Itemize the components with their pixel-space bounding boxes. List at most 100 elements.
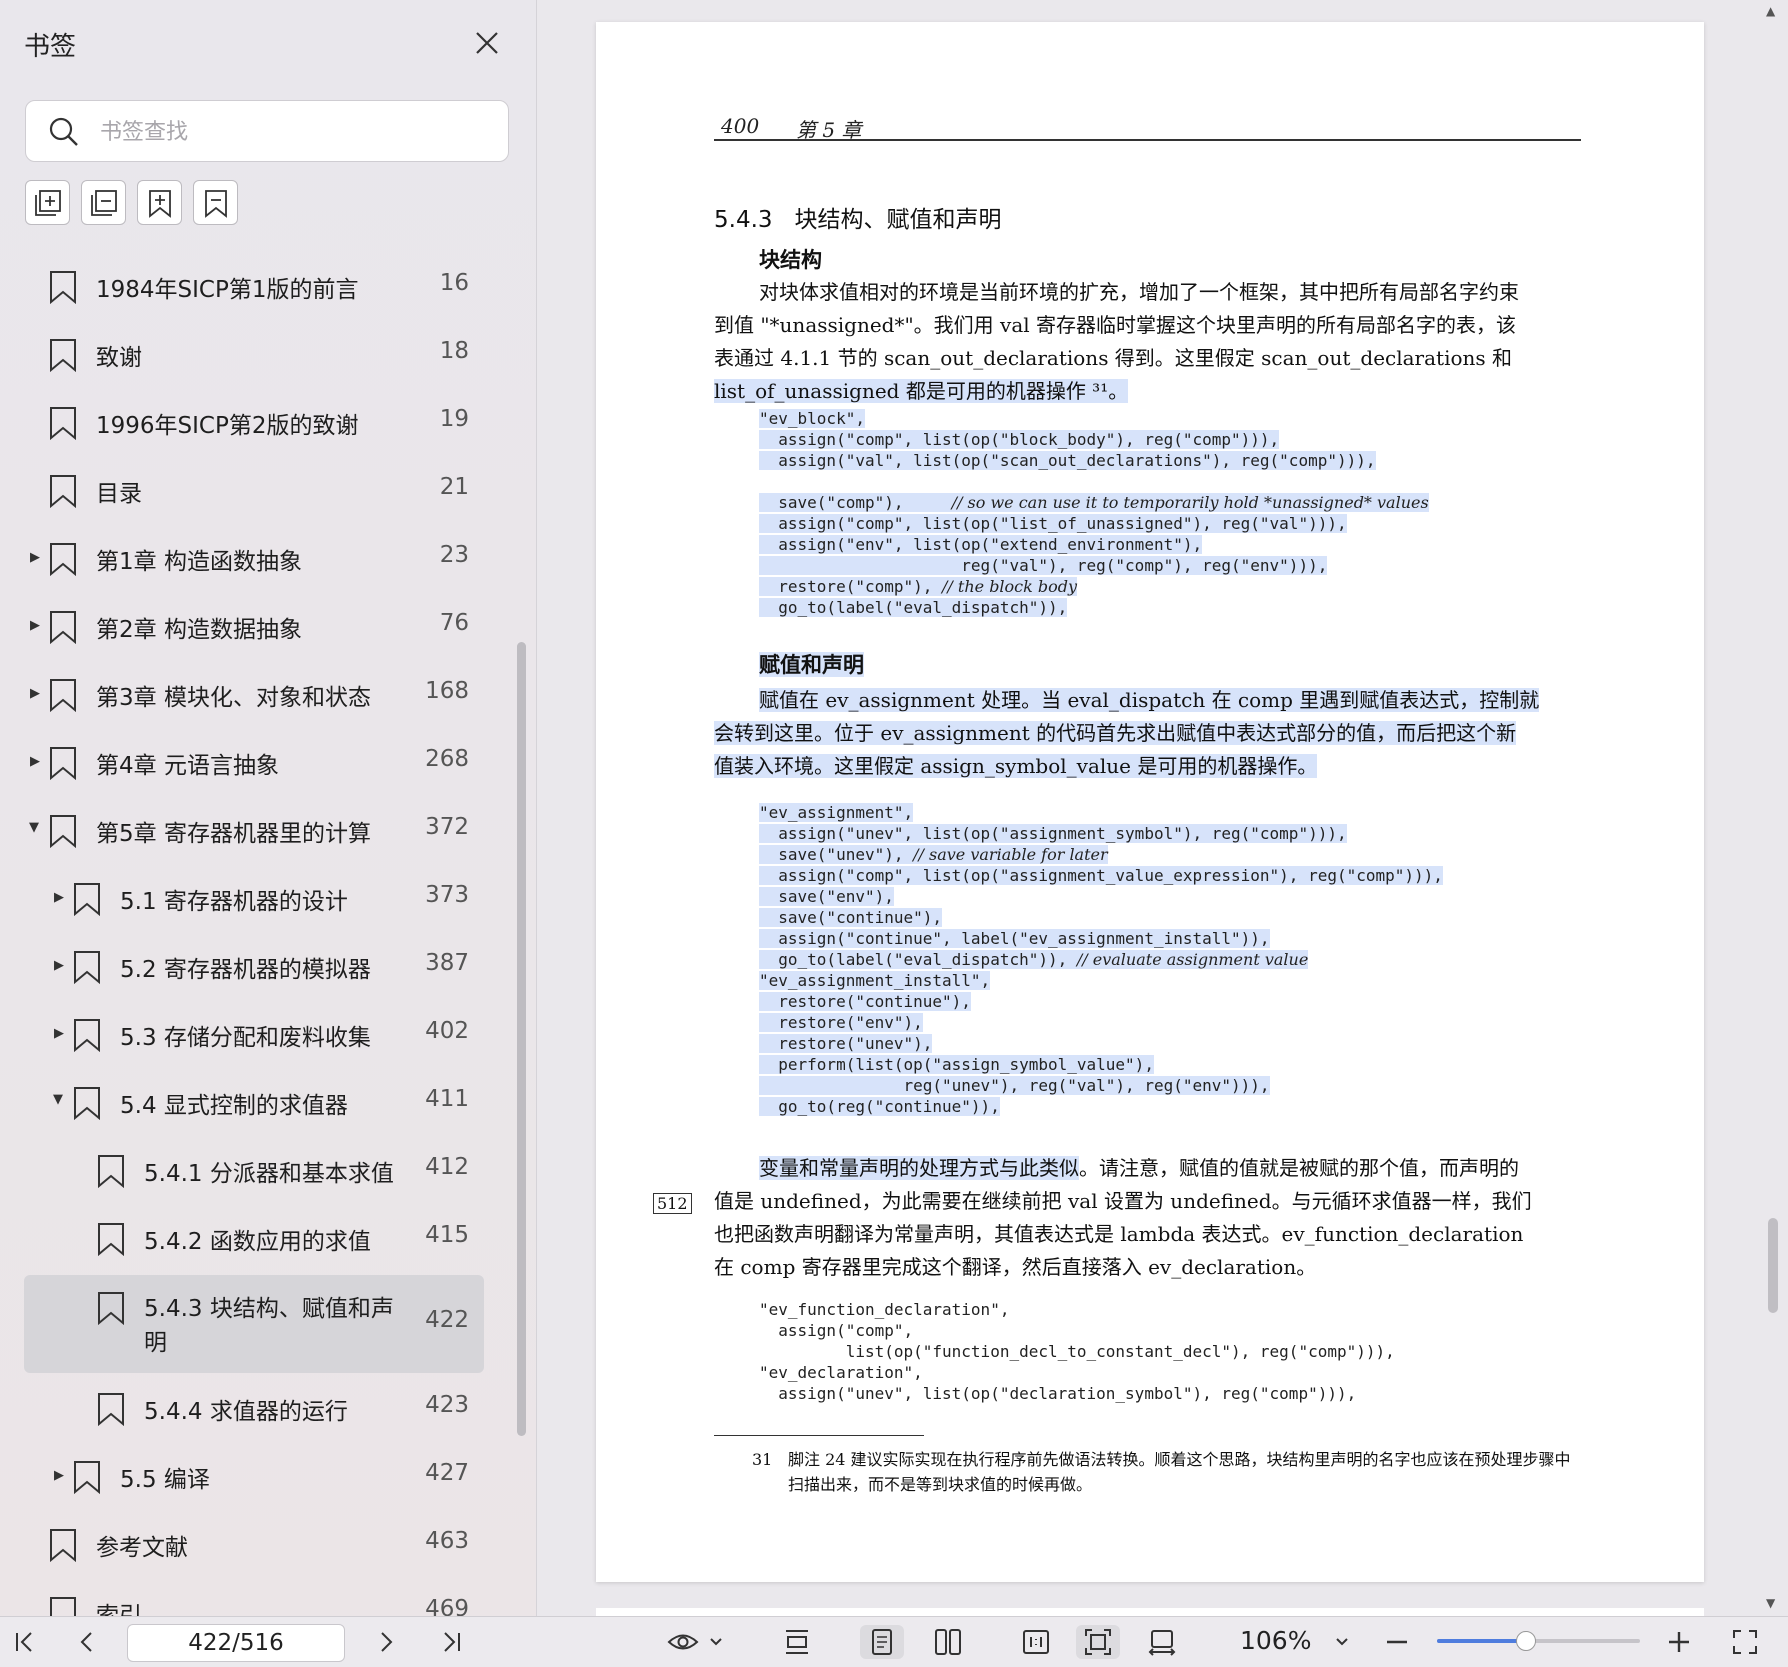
bookmark-item[interactable]: 致谢 18 bbox=[0, 320, 536, 388]
last-page-icon[interactable] bbox=[434, 1625, 468, 1659]
bookmark-icon bbox=[50, 271, 76, 304]
bookmark-item[interactable]: 1996年SICP第2版的致谢 19 bbox=[0, 388, 536, 456]
expand-caret-icon[interactable]: ▶ bbox=[30, 686, 40, 701]
bookmark-item[interactable]: 参考文献 463 bbox=[0, 1510, 536, 1578]
first-page-icon[interactable] bbox=[8, 1625, 42, 1659]
code-line: assign("comp", bbox=[759, 1321, 914, 1340]
zoom-slider[interactable] bbox=[1437, 1631, 1640, 1651]
fit-width-icon[interactable] bbox=[772, 1625, 822, 1659]
actual-size-icon[interactable] bbox=[1014, 1625, 1058, 1659]
zoom-level[interactable]: 106% bbox=[1240, 1626, 1311, 1655]
text-line: 会转到这里。位于 ev_assignment 的代码首先求出赋值中表达式部分的值… bbox=[714, 721, 1517, 745]
code-line: save("env"), bbox=[759, 887, 894, 906]
bookmark-item-selected[interactable]: 5.4.3 块结构、赋值和声 明 422 bbox=[0, 1275, 536, 1373]
bookmark-label: 第3章 模块化、对象和状态 bbox=[96, 685, 371, 711]
remove-bookmark-icon[interactable] bbox=[193, 180, 238, 225]
zoom-slider-handle[interactable] bbox=[1516, 1631, 1537, 1651]
bookmark-item[interactable]: ▶ 5.2 寄存器机器的模拟器 387 bbox=[0, 932, 536, 1000]
code-line: reg("val"), reg("comp"), reg("env"))), bbox=[759, 556, 1328, 575]
bookmark-item[interactable]: ▼ 第5章 寄存器机器里的计算 372 bbox=[0, 796, 536, 864]
bookmark-item[interactable]: ▶ 5.3 存储分配和废料收集 402 bbox=[0, 1000, 536, 1068]
bookmark-page: 16 bbox=[439, 270, 469, 296]
bookmark-item[interactable]: ▼ 5.4 显式控制的求值器 411 bbox=[0, 1068, 536, 1136]
collapse-all-icon[interactable] bbox=[81, 180, 126, 225]
view-mode-eye-icon[interactable] bbox=[664, 1625, 728, 1659]
two-page-icon[interactable] bbox=[926, 1625, 970, 1659]
code-comment: // so we can use it to temporarily hold … bbox=[951, 493, 1429, 512]
section-heading: 5.4.3 块结构、赋值和声明 bbox=[714, 207, 1002, 233]
bookmark-item[interactable]: 1984年SICP第1版的前言 16 bbox=[0, 252, 536, 320]
pdf-page: 400 第 5 章 5.4.3 块结构、赋值和声明 块结构 对块体求值相对的环境… bbox=[596, 22, 1704, 1582]
scroll-up-icon[interactable]: ▲ bbox=[1766, 4, 1775, 18]
bookmark-label: 5.4.4 求值器的运行 bbox=[144, 1399, 348, 1425]
search-input[interactable] bbox=[98, 111, 492, 153]
bookmark-item[interactable]: 5.4.1 分派器和基本求值 412 bbox=[0, 1136, 536, 1204]
bookmark-icon bbox=[98, 1393, 124, 1426]
document-scrollbar[interactable] bbox=[1768, 1218, 1778, 1313]
bookmark-icon bbox=[50, 1529, 76, 1562]
bookmark-icon bbox=[50, 1597, 76, 1616]
sidebar-scrollbar[interactable] bbox=[517, 642, 526, 1436]
zoom-in-icon[interactable] bbox=[1662, 1625, 1696, 1659]
text-line: 值是 undefined，为此需要在继续前把 val 设置为 undefined… bbox=[714, 1189, 1532, 1213]
page-number-input[interactable]: 422/516 bbox=[127, 1624, 345, 1662]
bookmark-item[interactable]: ▶ 第2章 构造数据抽象 76 bbox=[0, 592, 536, 660]
fit-page-icon[interactable] bbox=[1076, 1625, 1120, 1659]
bookmark-label: 第2章 构造数据抽象 bbox=[96, 617, 302, 643]
fullscreen-icon[interactable] bbox=[1728, 1625, 1762, 1659]
code-line: "ev_assignment", bbox=[759, 803, 914, 822]
bookmark-label: 5.4.3 块结构、赋值和声 bbox=[144, 1296, 394, 1322]
code-line: save("unev"), bbox=[759, 845, 904, 864]
bookmark-icon bbox=[74, 1461, 100, 1494]
bookmark-label: 5.4 显式控制的求值器 bbox=[120, 1093, 348, 1119]
footnote-text: 脚注 24 建议实际实现在执行程序前先做语法转换。顺着这个思路，块结构里声明的名… bbox=[788, 1450, 1571, 1494]
expand-caret-icon[interactable]: ▶ bbox=[54, 958, 64, 973]
bookmark-icon bbox=[50, 407, 76, 440]
collapse-caret-icon[interactable]: ▼ bbox=[53, 1092, 63, 1107]
bookmark-item[interactable]: ▶ 5.1 寄存器机器的设计 373 bbox=[0, 864, 536, 932]
bookmark-page: 469 bbox=[425, 1596, 469, 1616]
bookmark-item[interactable]: ▶ 第1章 构造函数抽象 23 bbox=[0, 524, 536, 592]
prev-page-icon[interactable] bbox=[70, 1625, 104, 1659]
bookmark-item[interactable]: 索引 469 bbox=[0, 1578, 536, 1616]
add-bookmark-icon[interactable] bbox=[137, 180, 182, 225]
single-page-icon[interactable] bbox=[860, 1625, 904, 1659]
zoom-out-icon[interactable] bbox=[1380, 1625, 1414, 1659]
bookmark-item[interactable]: 5.4.4 求值器的运行 423 bbox=[0, 1374, 536, 1442]
expand-all-icon[interactable] bbox=[25, 180, 70, 225]
expand-caret-icon[interactable]: ▶ bbox=[30, 618, 40, 633]
bookmark-label: 5.4.2 函数应用的求值 bbox=[144, 1229, 371, 1255]
rotate-icon[interactable] bbox=[1140, 1625, 1184, 1659]
expand-caret-icon[interactable]: ▶ bbox=[54, 1468, 64, 1483]
bookmark-label: 1996年SICP第2版的致谢 bbox=[96, 413, 359, 439]
search-icon bbox=[49, 117, 78, 146]
expand-caret-icon[interactable]: ▶ bbox=[54, 1026, 64, 1041]
code-comment: // the block body bbox=[942, 577, 1078, 596]
next-page-icon[interactable] bbox=[369, 1625, 403, 1659]
bookmark-search[interactable] bbox=[25, 100, 509, 162]
code-line: assign("env", list(op("extend_environmen… bbox=[759, 535, 1203, 554]
bookmark-page: 412 bbox=[425, 1154, 469, 1180]
expand-caret-icon[interactable]: ▶ bbox=[30, 754, 40, 769]
scroll-down-icon[interactable]: ▼ bbox=[1766, 1596, 1775, 1610]
bookmark-label: 第1章 构造函数抽象 bbox=[96, 549, 302, 575]
collapse-caret-icon[interactable]: ▼ bbox=[29, 820, 39, 835]
bookmark-icon bbox=[74, 1087, 100, 1120]
bookmark-item[interactable]: 目录 21 bbox=[0, 456, 536, 524]
close-icon[interactable] bbox=[470, 26, 504, 60]
code-line: assign("unev", list(op("assignment_symbo… bbox=[759, 824, 1347, 843]
bookmark-item[interactable]: ▶ 第3章 模块化、对象和状态 168 bbox=[0, 660, 536, 728]
bookmark-item[interactable]: ▶ 5.5 编译 427 bbox=[0, 1442, 536, 1510]
bookmark-item[interactable]: 5.4.2 函数应用的求值 415 bbox=[0, 1204, 536, 1272]
bookmark-page: 402 bbox=[425, 1018, 469, 1044]
bookmark-label: 目录 bbox=[96, 481, 142, 507]
text-line: 赋值在 ev_assignment 处理。当 eval_dispatch 在 c… bbox=[759, 688, 1540, 712]
expand-caret-icon[interactable]: ▶ bbox=[30, 550, 40, 565]
bookmark-page: 411 bbox=[425, 1086, 469, 1112]
bookmark-item[interactable]: ▶ 第4章 元语言抽象 268 bbox=[0, 728, 536, 796]
expand-caret-icon[interactable]: ▶ bbox=[54, 890, 64, 905]
zoom-dropdown-icon[interactable] bbox=[1330, 1625, 1354, 1659]
code-block-ev-declaration: "ev_function_declaration", assign("comp"… bbox=[759, 1299, 1395, 1404]
code-line: assign("unev", list(op("declaration_symb… bbox=[759, 1384, 1357, 1403]
text-line: 对块体求值相对的环境是当前环境的扩充，增加了一个框架，其中把所有局部名字约束 bbox=[759, 280, 1519, 304]
